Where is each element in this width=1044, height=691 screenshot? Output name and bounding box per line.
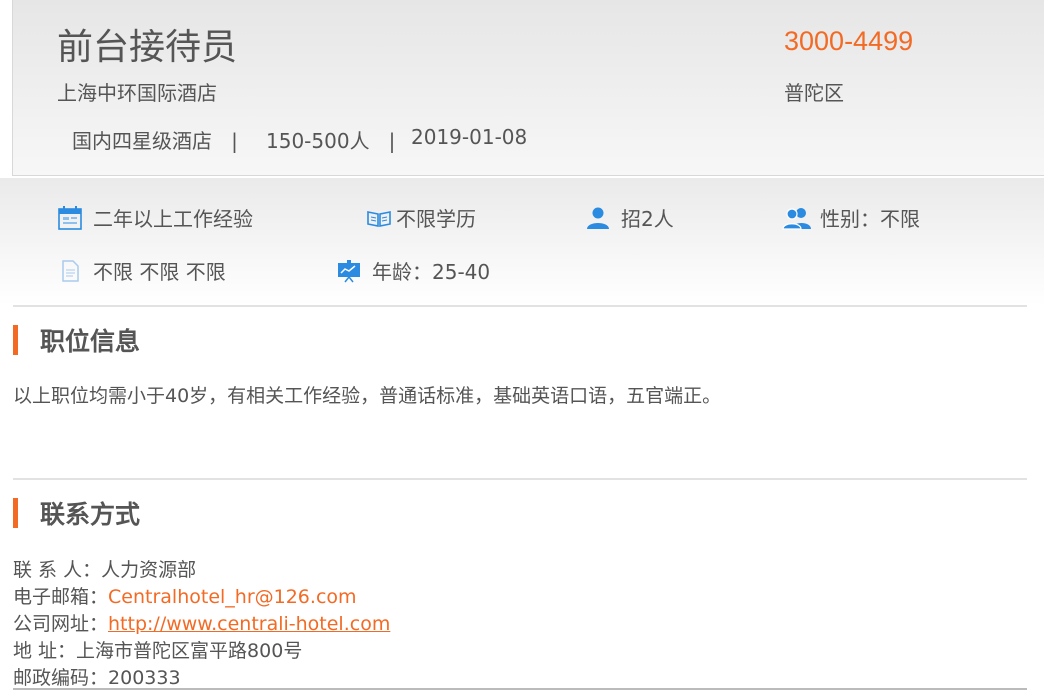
job-description: 以上职位均需小于40岁，有相关工作经验，普通话标准，基础英语口语，五官端正。: [13, 385, 722, 407]
heading-accent-bar: [13, 498, 18, 528]
job-info-heading: 职位信息: [13, 325, 141, 356]
contact-postcode-row: 邮政编码：200333: [13, 663, 181, 690]
calendar-icon: [57, 205, 83, 231]
headcount-requirement: 招2人: [585, 203, 674, 232]
gender-requirement: 性别：不限: [782, 203, 920, 232]
contact-postcode-label: 邮政编码：: [13, 667, 109, 689]
salary-range: 3000-4499: [784, 26, 914, 56]
contact-person-row: 联 系 人：人力资源部: [13, 555, 196, 582]
job-requirements: [0, 178, 1044, 306]
age-label: 年龄：25-40: [372, 260, 491, 284]
contact-person: 人力资源部: [101, 559, 197, 581]
contact-heading: 联系方式: [13, 498, 141, 529]
education-requirement: 不限学历: [366, 203, 476, 232]
company-size: 150-500人 |: [266, 125, 395, 154]
job-district: 普陀区: [784, 81, 844, 105]
separator: |: [231, 129, 238, 153]
headcount-label: 招2人: [621, 207, 674, 231]
person-icon: [585, 205, 611, 231]
company-type: 国内四星级酒店 |: [72, 125, 238, 154]
company-size-label: 150-500人: [266, 129, 370, 153]
contact-address-label: 地 址：: [13, 640, 77, 662]
contact-website-row: 公司网址：http://www.centrali-hotel.com: [13, 609, 390, 636]
age-requirement: 年龄：25-40: [336, 256, 490, 285]
contact-title: 联系方式: [40, 500, 141, 529]
contact-website-label: 公司网址：: [13, 613, 109, 635]
company-type-label: 国内四星级酒店: [72, 129, 212, 153]
people-icon: [782, 205, 812, 231]
contact-email-row: 电子邮箱：Centralhotel_hr@126.com: [13, 582, 357, 609]
company-name[interactable]: 上海中环国际酒店: [57, 77, 217, 106]
other-label: 不限 不限 不限: [93, 260, 226, 284]
contact-address: 上海市普陀区富平路800号: [76, 640, 303, 662]
experience-label: 二年以上工作经验: [93, 207, 253, 231]
document-icon: [57, 258, 83, 284]
section-divider: [13, 478, 1027, 480]
contact-email-link[interactable]: Centralhotel_hr@126.com: [108, 586, 357, 608]
job-title: 前台接待员: [57, 27, 238, 68]
contact-postcode: 200333: [108, 667, 181, 689]
post-date: 2019-01-08: [411, 125, 528, 149]
bottom-divider: [13, 688, 1027, 690]
section-divider: [13, 305, 1027, 307]
education-label: 不限学历: [396, 207, 476, 231]
contact-email-label: 电子邮箱：: [13, 586, 109, 608]
book-icon: [366, 205, 392, 231]
other-requirement: 不限 不限 不限: [57, 256, 226, 285]
contact-address-row: 地 址：上海市普陀区富平路800号: [13, 636, 302, 663]
contact-person-label: 联 系 人：: [13, 559, 102, 581]
presentation-icon: [336, 258, 362, 284]
gender-label: 性别：不限: [820, 207, 920, 231]
contact-website-link[interactable]: http://www.centrali-hotel.com: [108, 613, 390, 635]
job-info-title: 职位信息: [40, 327, 141, 356]
separator: |: [388, 129, 396, 153]
heading-accent-bar: [13, 325, 18, 355]
experience-requirement: 二年以上工作经验: [57, 203, 253, 232]
